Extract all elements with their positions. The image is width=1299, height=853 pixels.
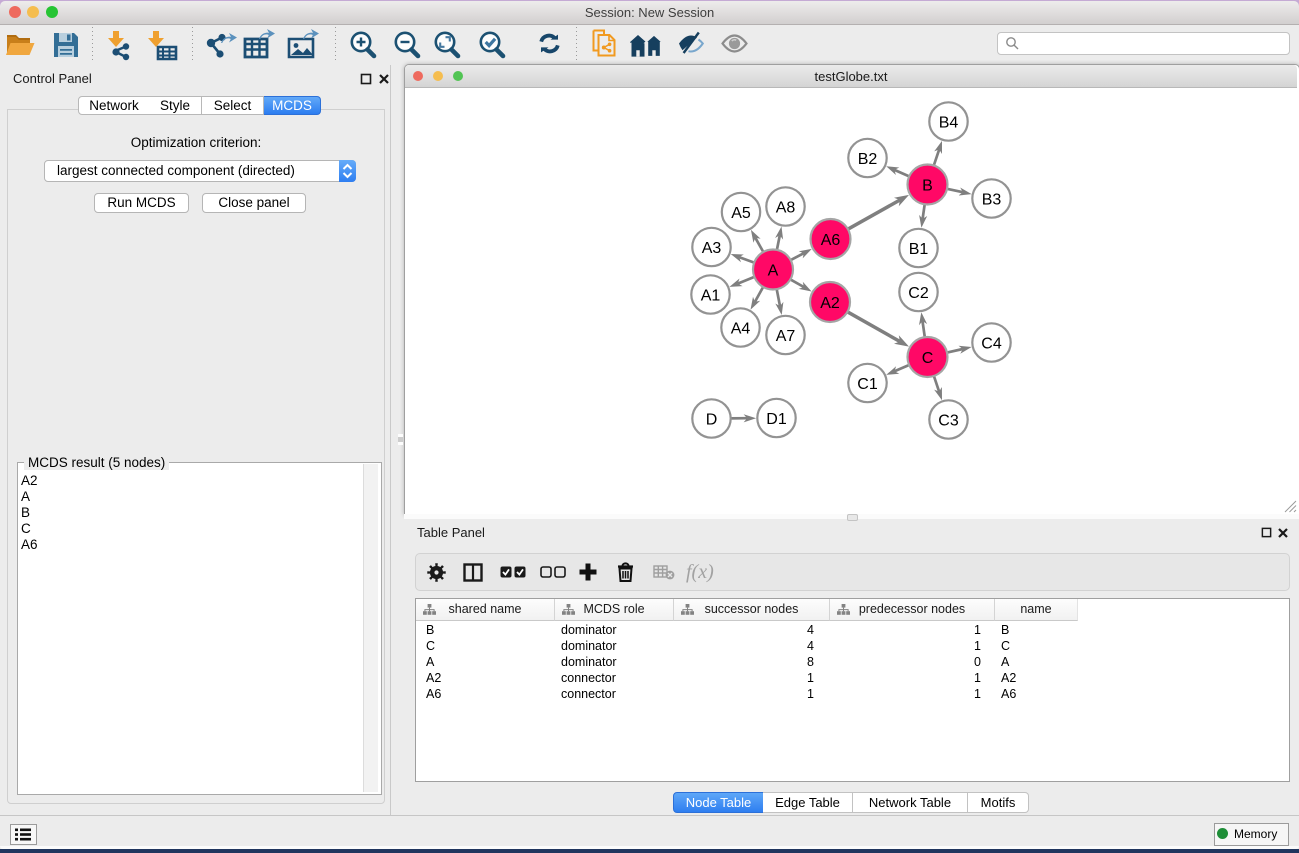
svg-text:A8: A8 (776, 199, 796, 216)
svg-text:A2: A2 (820, 295, 840, 312)
svg-text:C3: C3 (938, 412, 959, 429)
svg-text:A1: A1 (701, 287, 721, 304)
svg-text:C1: C1 (857, 376, 878, 393)
svg-text:A6: A6 (821, 232, 841, 249)
svg-text:B3: B3 (982, 191, 1002, 208)
svg-text:C2: C2 (908, 285, 929, 302)
svg-text:A4: A4 (731, 320, 751, 337)
svg-text:A3: A3 (702, 240, 722, 257)
svg-text:C4: C4 (981, 335, 1002, 352)
svg-text:A7: A7 (776, 328, 796, 345)
svg-text:B2: B2 (858, 151, 878, 168)
svg-text:B1: B1 (909, 241, 929, 258)
svg-text:B: B (922, 177, 933, 194)
svg-text:C: C (922, 350, 934, 367)
svg-text:A5: A5 (731, 205, 751, 222)
svg-text:D: D (706, 411, 718, 428)
svg-text:D1: D1 (766, 411, 787, 428)
svg-text:B4: B4 (939, 114, 959, 131)
svg-text:A: A (768, 262, 779, 279)
